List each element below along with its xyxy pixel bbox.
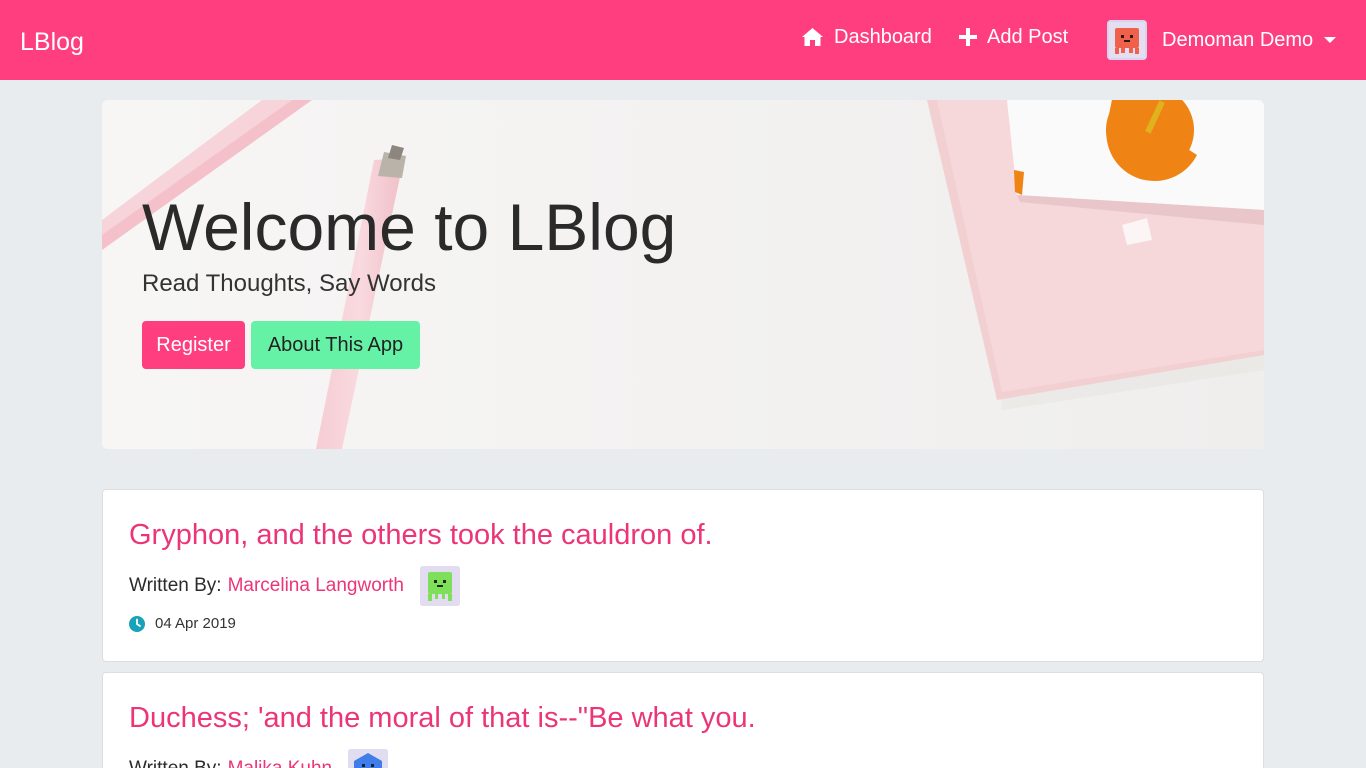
- nav-dashboard-label: Dashboard: [834, 25, 932, 48]
- brand-logo-link[interactable]: LBlog: [20, 27, 84, 57]
- nav-add-post-label: Add Post: [987, 25, 1069, 48]
- post-byline: Written By: Marcelina Langworth: [129, 566, 460, 606]
- post-date: 04 Apr 2019: [129, 615, 236, 632]
- nav-add-post-link[interactable]: Add Post: [959, 24, 1068, 50]
- hero-title: Welcome to LBlog: [142, 190, 677, 264]
- author-avatar: [419, 566, 460, 606]
- hero-jumbotron: Welcome to LBlog Read Thoughts, Say Word…: [102, 100, 1264, 449]
- top-navbar: LBlog Dashboard Add Post Demoman Demo: [0, 0, 1366, 80]
- home-icon: [802, 28, 823, 46]
- post-title-link[interactable]: Duchess; 'and the moral of that is--"Be …: [129, 700, 756, 736]
- plus-icon: [959, 28, 977, 46]
- author-link[interactable]: Malika Kuhn: [228, 758, 333, 768]
- post-date-text: 04 Apr 2019: [155, 615, 236, 632]
- written-by-label: Written By:: [129, 758, 222, 768]
- post-title-link[interactable]: Gryphon, and the others took the cauldro…: [129, 517, 713, 553]
- author-link[interactable]: Marcelina Langworth: [228, 575, 404, 597]
- post-card: Gryphon, and the others took the cauldro…: [102, 489, 1264, 662]
- author-avatar: [348, 749, 389, 768]
- user-name: Demoman Demo: [1162, 28, 1314, 51]
- caret-down-icon: [1324, 37, 1337, 43]
- post-byline: Written By: Malika Kuhn: [129, 749, 389, 768]
- post-card: Duchess; 'and the moral of that is--"Be …: [102, 672, 1264, 768]
- register-button[interactable]: Register: [142, 321, 245, 369]
- about-app-button[interactable]: About This App: [251, 321, 420, 369]
- user-avatar: [1107, 20, 1147, 60]
- hero-subtitle: Read Thoughts, Say Words: [142, 270, 436, 297]
- clock-icon: [129, 615, 145, 632]
- nav-dashboard-link[interactable]: Dashboard: [801, 24, 932, 50]
- written-by-label: Written By:: [129, 575, 222, 596]
- user-menu-dropdown[interactable]: Demoman Demo: [1107, 20, 1337, 60]
